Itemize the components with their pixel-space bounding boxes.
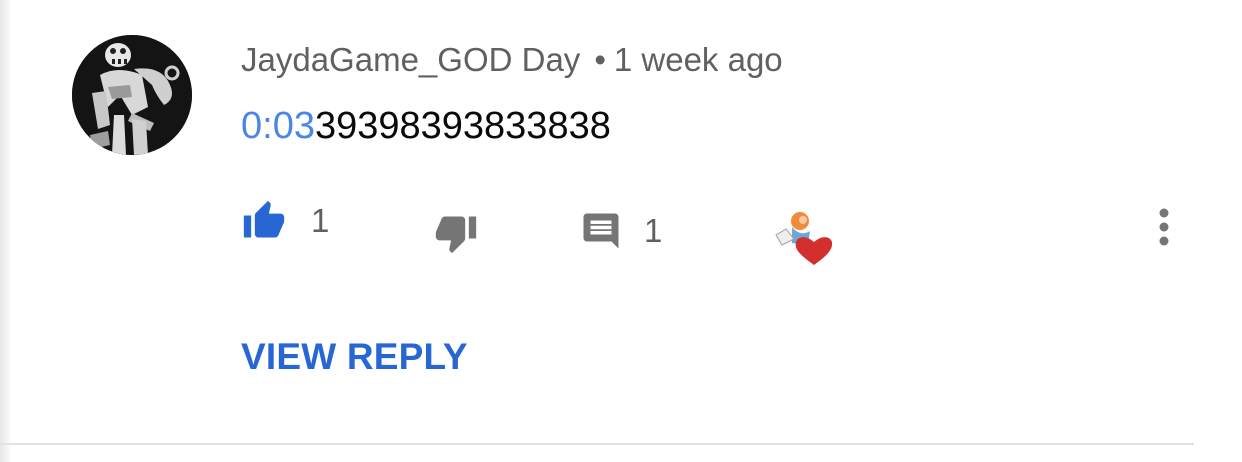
comment-body: 39398393833838 <box>314 105 611 147</box>
like-count: 1 <box>311 202 330 239</box>
meta-separator: • <box>594 41 606 78</box>
creator-heart-icon <box>775 212 833 265</box>
reply-button[interactable]: 1 <box>580 210 662 252</box>
avatar-image <box>72 35 192 155</box>
reply-icon <box>583 213 619 249</box>
view-reply-button[interactable]: VIEW REPLY <box>241 334 468 380</box>
reply-count: 1 <box>644 212 663 249</box>
thumbs-up-icon <box>243 200 285 238</box>
creator-heart-badge <box>770 205 833 267</box>
author-name[interactable]: JaydaGame_GOD Day <box>241 41 580 78</box>
left-edge-shadow <box>0 0 12 462</box>
divider <box>0 443 1194 445</box>
avatar[interactable] <box>72 35 192 155</box>
more-vert-icon <box>1159 208 1169 246</box>
more-options-button[interactable] <box>1152 206 1176 250</box>
timestamp-link[interactable]: 0:03 <box>241 105 315 147</box>
thumbs-down-icon <box>435 216 477 254</box>
comment-text: 0:0339398393833838 <box>241 103 611 149</box>
comment-time: 1 week ago <box>613 41 783 78</box>
dislike-button[interactable] <box>433 211 479 255</box>
comment-meta: JaydaGame_GOD Day • 1 week ago <box>241 38 783 82</box>
like-button[interactable]: 1 <box>241 199 329 243</box>
